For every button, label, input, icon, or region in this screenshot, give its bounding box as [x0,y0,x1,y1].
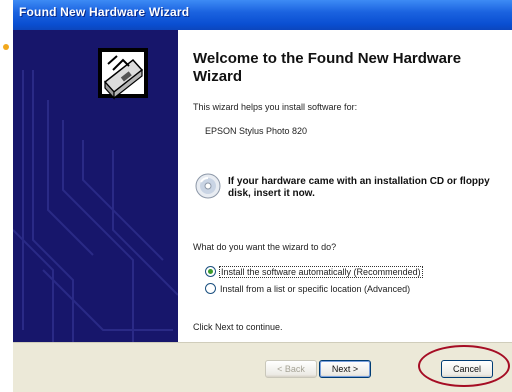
option-label[interactable]: Install from a list or specific location… [220,284,410,294]
cd-prompt: If your hardware came with an installati… [228,176,490,199]
option-install-automatic[interactable]: Install the software automatically (Reco… [205,265,423,278]
option-label[interactable]: Install the software automatically (Reco… [219,265,423,278]
bullet-marker [3,44,9,50]
cancel-button[interactable]: Cancel [441,360,493,378]
wizard-side-panel [13,30,178,342]
option-install-from-list[interactable]: Install from a list or specific location… [205,283,410,294]
window-title: Found New Hardware Wizard [19,5,190,19]
side-panel-art [13,48,178,342]
continue-hint: Click Next to continue. [193,322,283,332]
wizard-heading: Welcome to the Found New Hardware Wizard [193,50,462,85]
title-bar[interactable]: Found New Hardware Wizard [13,0,512,30]
button-bar: < Back Next > Cancel [13,342,512,392]
wizard-content: Welcome to the Found New Hardware Wizard… [178,30,512,342]
device-name: EPSON Stylus Photo 820 [205,126,308,136]
radio-automatic[interactable] [205,266,216,277]
wizard-question: What do you want the wizard to do? [193,242,337,252]
back-button[interactable]: < Back [265,360,317,378]
radio-from-list[interactable] [205,283,216,294]
cd-disc-icon [195,173,221,199]
next-button[interactable]: Next > [319,360,371,378]
wizard-window: Found New Hardware Wizard Welcome to the… [13,0,512,392]
hardware-installer-icon [98,48,148,100]
intro-text: This wizard helps you install software f… [193,102,358,112]
